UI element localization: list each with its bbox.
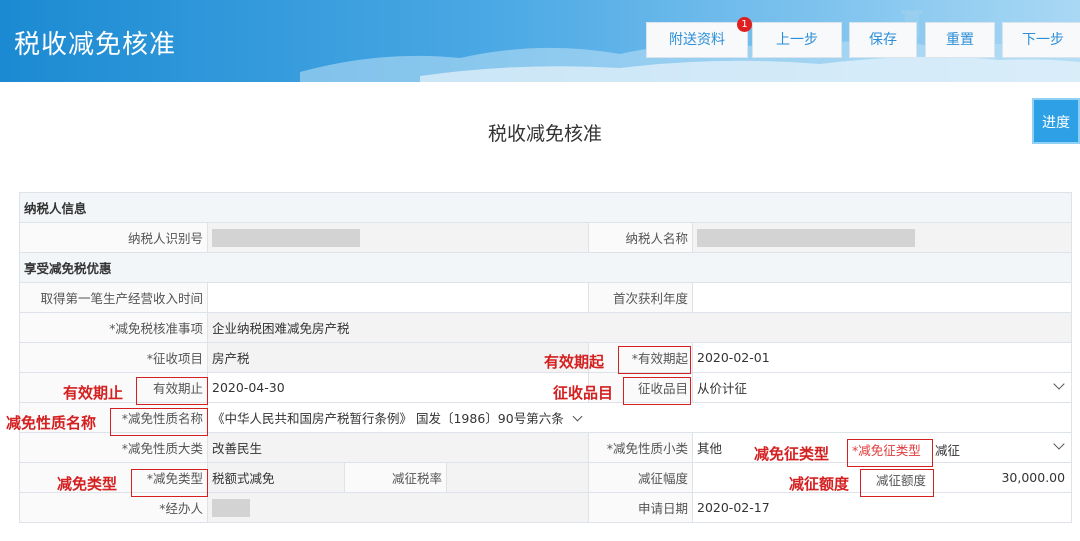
relief-item-label: *减免税核准事项: [19, 312, 208, 343]
section-row-relief: 享受减免税优惠: [18, 252, 1073, 283]
relief-form-table: 纳税人信息 纳税人识别号 纳税人名称 享受减免税优惠 取得第一笔生产经营收入时间…: [18, 192, 1073, 523]
valid-from-field[interactable]: 2020-02-01: [691, 342, 1073, 373]
taxpayer-id-field: [207, 222, 589, 253]
relief-levy-type-value[interactable]: 减征: [935, 440, 960, 459]
valid-to-field[interactable]: 2020-04-30: [207, 372, 589, 403]
relief-nature-name-select[interactable]: 《中华人民共和国房产税暂行条例》 国发〔1986〕90号第六条: [206, 402, 1073, 433]
handler-field: [207, 492, 589, 523]
levy-rate-field: [446, 462, 589, 493]
relief-type-label: *减免类型: [19, 462, 208, 493]
levy-project-value: 房产税: [207, 342, 589, 373]
taxpayer-id-redacted: [212, 228, 360, 247]
save-button[interactable]: 保存: [849, 22, 917, 58]
reset-button[interactable]: 重置: [925, 22, 995, 58]
attachments-label: 附送资料: [669, 32, 725, 48]
section-row-taxpayer: 纳税人信息: [18, 192, 1073, 223]
prev-step-button[interactable]: 上一步: [752, 22, 842, 58]
reset-label: 重置: [946, 32, 974, 48]
levy-item-label: 征收品目: [588, 372, 693, 403]
chevron-down-icon: [572, 411, 583, 422]
apply-date-value: 2020-02-17: [691, 492, 1073, 523]
table-row: *减免类型 税额式减免 减征税率 减征幅度 减征额度 30,000.00: [19, 462, 1073, 493]
relief-nature-name-label: *减免性质名称: [19, 402, 208, 433]
relief-levy-type-label: *减免征类型: [852, 443, 921, 458]
relief-nature-minor-label: *减免性质小类: [588, 432, 693, 463]
relief-nature-name-value: 《中华人民共和国房产税暂行条例》 国发〔1986〕90号第六条: [212, 411, 564, 426]
taxpayer-id-label: 纳税人识别号: [19, 222, 208, 253]
taxpayer-name-label: 纳税人名称: [588, 222, 693, 253]
table-row: *减免性质名称 《中华人民共和国房产税暂行条例》 国发〔1986〕90号第六条: [19, 402, 1073, 433]
section-taxpayer-title: 纳税人信息: [18, 192, 1073, 223]
levy-item-select[interactable]: 从价计征: [691, 372, 1073, 403]
table-row: *经办人 申请日期 2020-02-17: [19, 492, 1073, 523]
taxpayer-name-field: [691, 222, 1073, 253]
first-income-time-field[interactable]: [207, 282, 589, 313]
relief-item-value: 企业纳税困难减免房产税: [206, 312, 1073, 343]
first-income-time-label: 取得第一笔生产经营收入时间: [19, 282, 208, 313]
levy-rate-label: 减征税率: [344, 462, 447, 493]
taxpayer-name-redacted: [697, 228, 915, 247]
first-profit-year-label: 首次获利年度: [588, 282, 693, 313]
first-profit-year-field[interactable]: [691, 282, 1073, 313]
attachments-button[interactable]: 附送资料 1: [646, 17, 752, 58]
relief-type-value: 税额式减免: [207, 462, 345, 493]
levy-amount-label: 减征额度: [876, 473, 927, 488]
relief-nature-major-label: *减免性质大类: [19, 432, 208, 463]
handler-label: *经办人: [19, 492, 208, 523]
handler-redacted: [212, 498, 250, 517]
levy-item-value: 从价计征: [697, 381, 748, 396]
levy-amount-field[interactable]: 30,000.00: [1001, 470, 1065, 485]
relief-nature-major-value: 改善民生: [207, 432, 589, 463]
valid-from-label: *有效期起: [588, 342, 693, 373]
form-title: 税收减免核准: [487, 123, 602, 145]
table-row: *征收项目 房产税 *有效期起 2020-02-01: [19, 342, 1073, 373]
table-row: 纳税人识别号 纳税人名称: [19, 222, 1073, 253]
relief-nature-minor-cell: 其他 *减免征类型 减征: [691, 432, 1073, 463]
progress-button[interactable]: 进度: [1032, 98, 1080, 144]
relief-nature-minor-value: 其他: [697, 441, 723, 456]
valid-to-label: 有效期止: [19, 372, 208, 403]
save-label: 保存: [869, 32, 897, 48]
app-title: 税收减免核准: [14, 30, 177, 60]
apply-date-label: 申请日期: [588, 492, 693, 523]
table-row: *减免性质大类 改善民生 *减免性质小类 其他 *减免征类型 减征: [19, 432, 1073, 463]
next-step-label: 下一步: [1022, 32, 1064, 48]
next-step-button[interactable]: 下一步: [1002, 22, 1080, 58]
header-banner: 税收减免核准 附送资料 1 上一步 保存 重置 下一步: [0, 0, 1080, 82]
chevron-down-icon: [1053, 438, 1065, 450]
section-relief-title: 享受减免税优惠: [18, 252, 1073, 283]
chevron-down-icon: [1053, 378, 1065, 390]
prev-step-label: 上一步: [776, 32, 818, 48]
levy-amount-cell: 减征额度 30,000.00: [691, 462, 1073, 493]
table-row: 取得第一笔生产经营收入时间 首次获利年度: [19, 282, 1073, 313]
table-row: *减免税核准事项 企业纳税困难减免房产税: [19, 312, 1073, 343]
levy-range-label: 减征幅度: [588, 462, 693, 493]
levy-project-label: *征收项目: [19, 342, 208, 373]
attachments-badge: 1: [737, 17, 752, 32]
table-row: 有效期止 2020-04-30 征收品目 从价计征: [19, 372, 1073, 403]
